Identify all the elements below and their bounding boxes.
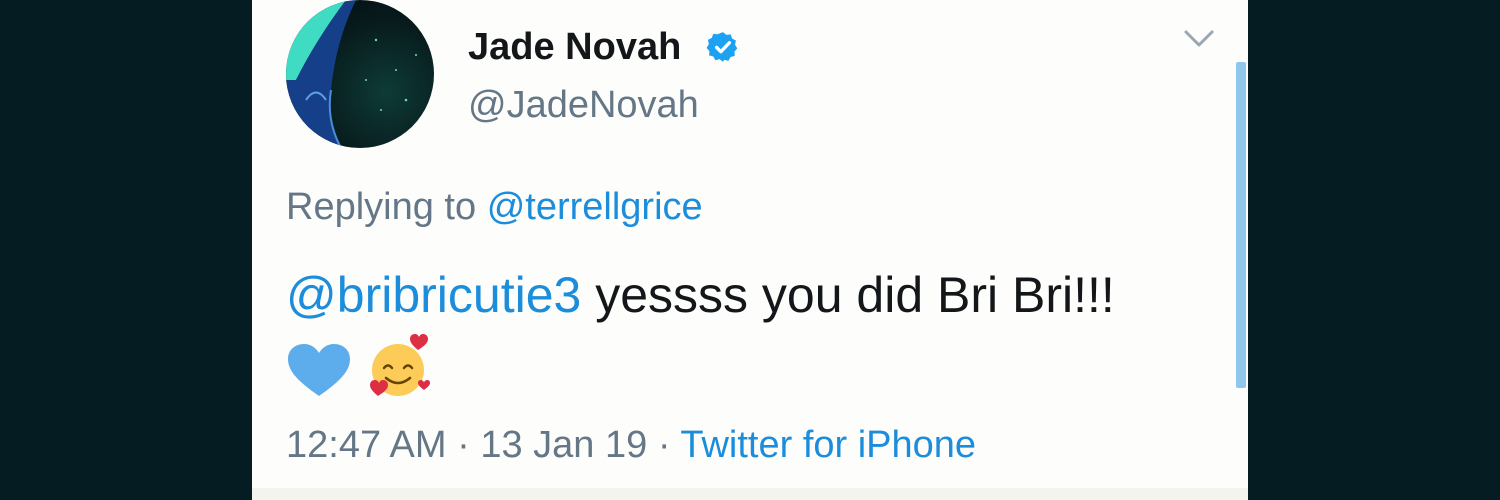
verified-badge-icon bbox=[706, 32, 738, 62]
display-name[interactable]: Jade Novah bbox=[468, 24, 681, 70]
mention-link[interactable]: @bribricutie3 bbox=[286, 267, 581, 323]
tweet-text: @bribricutie3 yessss you did Bri Bri!!! bbox=[286, 258, 1186, 410]
smiling-face-with-hearts-icon bbox=[369, 334, 430, 396]
blue-heart-icon bbox=[288, 344, 350, 396]
tweet-source-link[interactable]: Twitter for iPhone bbox=[680, 424, 976, 466]
tweet-meta: 12:47 AM · 13 Jan 19 · Twitter for iPhon… bbox=[286, 420, 976, 470]
card-divider bbox=[252, 488, 1248, 500]
meta-separator: · bbox=[457, 424, 470, 466]
user-handle[interactable]: @JadeNovah bbox=[468, 82, 699, 128]
replying-to: Replying to @terrellgrice bbox=[286, 184, 703, 230]
tweet-card: Jade Novah @JadeNovah Replying to @terre… bbox=[252, 0, 1248, 500]
reply-to-handle-link[interactable]: @terrellgrice bbox=[487, 186, 703, 228]
chevron-down-icon[interactable] bbox=[1182, 26, 1216, 52]
replying-to-label: Replying to bbox=[286, 186, 477, 228]
avatar[interactable] bbox=[286, 0, 434, 148]
background-right bbox=[1248, 0, 1500, 500]
tweet-date: 13 Jan 19 bbox=[480, 424, 648, 466]
scrollbar[interactable] bbox=[1236, 62, 1246, 388]
tweet-body: yessss you did Bri Bri!!! bbox=[595, 267, 1115, 323]
meta-separator: · bbox=[657, 424, 671, 466]
tweet-time: 12:47 AM bbox=[286, 424, 447, 466]
background-left bbox=[0, 0, 252, 500]
